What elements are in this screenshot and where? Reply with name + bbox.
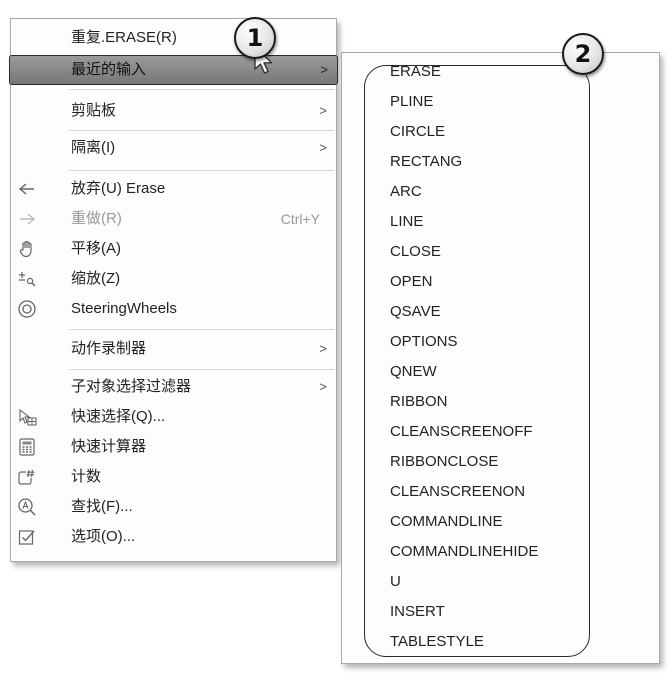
recent-command-cleanscreenoff[interactable]: CLEANSCREENOFF <box>390 417 533 447</box>
menu-item-label: 缩放(Z) <box>71 270 121 287</box>
menu-item-shortcut: Ctrl+Y <box>280 211 320 227</box>
menu-item-zoom[interactable]: 缩放(Z) <box>11 264 336 294</box>
recent-command-insert[interactable]: INSERT <box>390 597 445 627</box>
menu-item-label: 放弃(U) Erase <box>71 180 166 197</box>
recent-command-options[interactable]: OPTIONS <box>390 327 458 357</box>
pan-hand-icon <box>17 239 37 259</box>
menu-item-label: 剪贴板 <box>71 102 117 119</box>
menu-item-label: 选项(O)... <box>71 528 136 545</box>
calculator-icon <box>17 437 37 457</box>
recent-command-arc[interactable]: ARC <box>390 177 422 207</box>
menu-separator <box>69 89 334 90</box>
recent-command-u[interactable]: U <box>390 567 401 597</box>
recent-command-open[interactable]: OPEN <box>390 267 433 297</box>
recent-command-commandlinehide[interactable]: COMMANDLINEHIDE <box>390 537 538 567</box>
options-icon <box>17 527 37 547</box>
menu-item-quickcalc[interactable]: 快速计算器 <box>11 432 336 462</box>
menu-item-label: 动作录制器 <box>71 340 147 357</box>
callout-badge-1: 1 <box>234 17 276 59</box>
menu-item-label: 隔离(I) <box>71 139 116 156</box>
menu-item-find[interactable]: 查找(F)... <box>11 492 336 522</box>
context-menu: 重复.ERASE(R) 最近的输入 > 剪贴板 > 隔离(I) > 放弃(U) … <box>9 18 338 562</box>
recent-command-ribbonclose[interactable]: RIBBONCLOSE <box>390 447 498 477</box>
menu-item-steeringwheels[interactable]: SteeringWheels <box>11 294 336 324</box>
menu-item-label: 快速选择(Q)... <box>71 408 166 425</box>
menu-item-pan[interactable]: 平移(A) <box>11 234 336 264</box>
recent-command-ribbon[interactable]: RIBBON <box>390 387 448 417</box>
menu-item-undo[interactable]: 放弃(U) Erase <box>11 174 336 204</box>
recent-command-cleanscreenon[interactable]: CLEANSCREENON <box>390 477 525 507</box>
menu-item-recent-input[interactable]: 最近的输入 > <box>9 55 338 85</box>
submenu-arrow-icon: > <box>319 140 327 155</box>
menu-item-subobject-filter[interactable]: 子对象选择过滤器 > <box>11 372 336 402</box>
menu-item-label: 子对象选择过滤器 <box>71 378 192 395</box>
redo-icon <box>17 209 37 229</box>
recent-command-commandline[interactable]: COMMANDLINE <box>390 507 503 537</box>
menu-item-repeat-erase[interactable]: 重复.ERASE(R) <box>11 23 336 53</box>
recent-command-line[interactable]: LINE <box>390 207 423 237</box>
menu-item-redo[interactable]: 重做(R) Ctrl+Y <box>11 204 336 234</box>
undo-icon <box>17 179 37 199</box>
recent-command-close[interactable]: CLOSE <box>390 237 441 267</box>
menu-item-label: SteeringWheels <box>71 300 177 317</box>
menu-separator <box>69 369 334 370</box>
recent-input-submenu: ERASE PLINE CIRCLE RECTANG ARC LINE CLOS… <box>341 52 660 664</box>
submenu-arrow-icon: > <box>320 62 328 77</box>
menu-item-quick-select[interactable]: 快速选择(Q)... <box>11 402 336 432</box>
menu-item-label: 查找(F)... <box>71 498 133 515</box>
menu-item-action-recorder[interactable]: 动作录制器 > <box>11 334 336 364</box>
recent-command-qsave[interactable]: QSAVE <box>390 297 441 327</box>
menu-item-options[interactable]: 选项(O)... <box>11 522 336 552</box>
recent-command-pline[interactable]: PLINE <box>390 87 433 117</box>
menu-separator <box>69 170 334 171</box>
menu-item-label: 计数 <box>71 468 102 485</box>
find-icon <box>17 497 37 517</box>
menu-item-label: 重做(R) <box>71 210 122 227</box>
quick-select-icon <box>17 407 37 427</box>
submenu-arrow-icon: > <box>319 341 327 356</box>
menu-item-clipboard[interactable]: 剪贴板 > <box>11 96 336 126</box>
zoom-icon <box>17 269 37 289</box>
count-icon <box>17 467 37 487</box>
menu-item-label: 重复.ERASE(R) <box>71 29 177 46</box>
menu-item-isolate[interactable]: 隔离(I) > <box>11 133 336 163</box>
recent-command-erase[interactable]: ERASE <box>390 57 441 87</box>
callout-badge-2: 2 <box>562 33 604 75</box>
steering-wheel-icon <box>17 299 37 319</box>
menu-item-label: 最近的输入 <box>71 61 147 78</box>
submenu-arrow-icon: > <box>319 379 327 394</box>
menu-separator <box>69 329 334 330</box>
menu-item-label: 平移(A) <box>71 240 121 257</box>
recent-command-rectang[interactable]: RECTANG <box>390 147 462 177</box>
menu-item-label: 快速计算器 <box>71 438 147 455</box>
submenu-arrow-icon: > <box>319 103 327 118</box>
menu-separator <box>69 130 334 131</box>
recent-command-circle[interactable]: CIRCLE <box>390 117 445 147</box>
recent-command-qnew[interactable]: QNEW <box>390 357 437 387</box>
recent-command-tablestyle[interactable]: TABLESTYLE <box>390 627 484 657</box>
menu-item-count[interactable]: 计数 <box>11 462 336 492</box>
